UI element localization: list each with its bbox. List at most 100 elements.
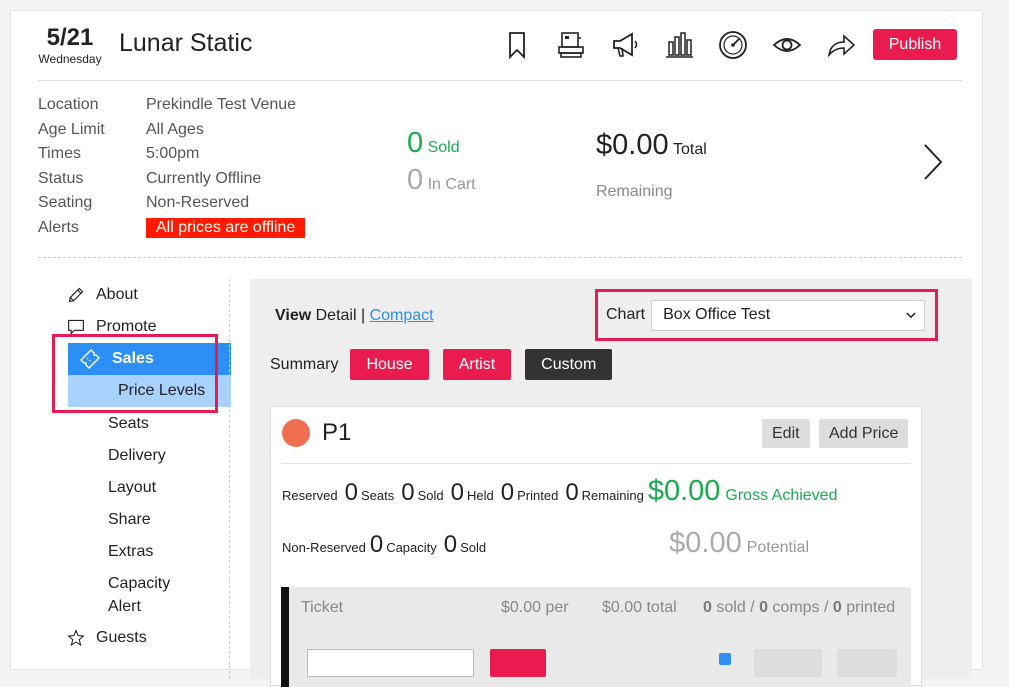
ticket-action-button[interactable] <box>490 649 546 677</box>
ticket-tertiary-button[interactable] <box>837 649 897 677</box>
ticket-printed-count: 0 <box>832 599 842 616</box>
info-value: Currently Offline <box>146 169 262 187</box>
alert-line: Alert <box>108 598 141 615</box>
event-date: 5/21 Wednesday <box>38 24 102 67</box>
info-row-alerts: Alerts All prices are offline <box>38 216 306 241</box>
info-row-location: Location Prekindle Test Venue <box>38 93 305 118</box>
sidebar-item-guests[interactable]: Guests <box>51 622 231 654</box>
gross-label: Gross Achieved <box>725 487 838 504</box>
info-value: Non-Reserved <box>146 194 250 212</box>
price-level-color-dot <box>282 419 310 447</box>
reserved-held: 0 <box>450 479 464 506</box>
ticket-sold-count: 0 <box>703 599 712 616</box>
ticket-comps-text: comps / <box>772 599 829 616</box>
bar-chart-icon[interactable] <box>663 29 695 61</box>
info-label: Status <box>38 169 84 187</box>
printed-label: Printed <box>517 488 559 503</box>
non-reserved-row: Non-Reserved 0 Capacity 0 Sold $0.00 Pot… <box>282 527 809 560</box>
info-row-seating: Seating Non-Reserved <box>38 191 305 216</box>
reserved-row: Reserved 0 Seats 0 Sold 0 Held 0 Printed… <box>282 475 837 508</box>
ticket-input[interactable] <box>307 649 474 677</box>
potential-label: Potential <box>746 539 809 556</box>
price-level-name: P1 <box>322 419 352 446</box>
view-separator: | <box>360 307 366 324</box>
view-label: View <box>275 307 312 324</box>
register-icon[interactable] <box>555 29 587 61</box>
bookmark-icon[interactable] <box>501 29 533 61</box>
sold-count: 0 <box>407 127 424 159</box>
non-reserved-label: Non-Reserved <box>282 540 366 555</box>
gross-amount: $0.00 <box>647 475 721 507</box>
eye-icon[interactable] <box>771 29 803 61</box>
alert-badge: All prices are offline <box>146 217 306 238</box>
price-card-divider <box>281 463 911 464</box>
sold-label: Sold <box>427 139 460 156</box>
reserved-printed: 0 <box>500 479 515 506</box>
sidebar-subitem-share[interactable]: Share <box>51 504 231 536</box>
megaphone-icon[interactable] <box>609 29 641 61</box>
date-weekday: Wednesday <box>38 52 102 66</box>
price-level-header: P1 <box>282 419 351 447</box>
sales-highlight-frame <box>52 334 218 413</box>
publish-button[interactable]: Publish <box>873 29 957 60</box>
cart-label: In Cart <box>427 176 476 193</box>
chart-selector-frame: Chart Box Office Test <box>595 289 938 341</box>
sidebar-item-label: Guests <box>96 629 147 646</box>
gauge-icon[interactable] <box>717 29 749 61</box>
remaining-label: Remaining <box>596 183 673 200</box>
reserved-sold: 0 <box>401 479 415 506</box>
view-toggle: View Detail | Compact <box>275 307 434 325</box>
potential-amount: $0.00 <box>669 527 742 559</box>
add-price-button[interactable]: Add Price <box>819 419 909 448</box>
ticket-counts: 0 sold / 0 comps / 0 printed <box>703 599 895 617</box>
star-icon <box>51 627 85 649</box>
chart-select[interactable]: Box Office Test <box>651 299 926 331</box>
cart-count: 0 <box>407 164 424 196</box>
header-divider <box>38 80 962 81</box>
info-value: Prekindle Test Venue <box>146 96 297 114</box>
summary-house-button[interactable]: House <box>350 349 429 380</box>
info-label: Times <box>38 145 81 163</box>
pencil-icon <box>51 284 85 306</box>
sidebar-subitem-delivery[interactable]: Delivery <box>51 440 231 472</box>
main-panel: View Detail | Compact Chart Box Office T… <box>250 279 972 687</box>
sidebar-subitem-layout[interactable]: Layout <box>51 472 231 504</box>
share-icon[interactable] <box>825 29 857 61</box>
event-info: Location Prekindle Test Venue Age Limit … <box>38 93 306 241</box>
info-label: Alerts <box>38 218 79 236</box>
info-row-status: Status Currently Offline <box>38 167 305 192</box>
sidebar-divider <box>229 279 230 679</box>
sold-label: Sold <box>417 488 444 503</box>
info-row-age-limit: Age Limit All Ages <box>38 118 305 143</box>
summary-label: Summary <box>270 355 339 373</box>
edit-button[interactable]: Edit <box>762 419 810 448</box>
summary-row: Summary House Artist Custom <box>270 349 626 380</box>
ticket-sold-text: sold / <box>716 599 755 616</box>
event-card: 5/21 Wednesday Lunar Static Publish Loca… <box>10 10 983 687</box>
nr-sold-label: Sold <box>460 540 487 555</box>
chevron-right-icon[interactable] <box>919 141 947 183</box>
summary-artist-button[interactable]: Artist <box>442 349 512 380</box>
total-revenue: $0.00 Total <box>596 129 707 162</box>
ticket-row: Ticket $0.00 per $0.00 total 0 sold / 0 … <box>281 587 911 687</box>
toolbar <box>501 27 879 63</box>
ticket-checkbox[interactable] <box>719 653 731 665</box>
chart-select-value: Box Office Test <box>663 306 771 323</box>
view-detail[interactable]: Detail <box>316 307 357 324</box>
reserved-remaining: 0 <box>565 479 579 506</box>
date-number: 5/21 <box>46 24 94 51</box>
view-compact-link[interactable]: Compact <box>370 307 434 324</box>
sidebar-subitem-extras[interactable]: Extras <box>51 536 231 568</box>
sidebar-item-about[interactable]: About <box>51 279 231 311</box>
nr-capacity: 0 <box>369 531 384 558</box>
capacity-label: Capacity <box>386 540 437 555</box>
sales-stats: 0 Sold 0 In Cart <box>407 127 476 197</box>
sidebar-subitem-capacity-alert[interactable]: Capacity Alert <box>51 568 231 622</box>
reserved-seats: 0 <box>344 479 358 506</box>
event-title: Lunar Static <box>119 29 253 57</box>
info-value: 5:00pm <box>146 145 200 163</box>
total-amount: $0.00 <box>596 129 669 161</box>
capacity-line: Capacity <box>108 575 171 592</box>
ticket-secondary-button[interactable] <box>754 649 822 677</box>
summary-custom-button[interactable]: Custom <box>525 349 613 380</box>
